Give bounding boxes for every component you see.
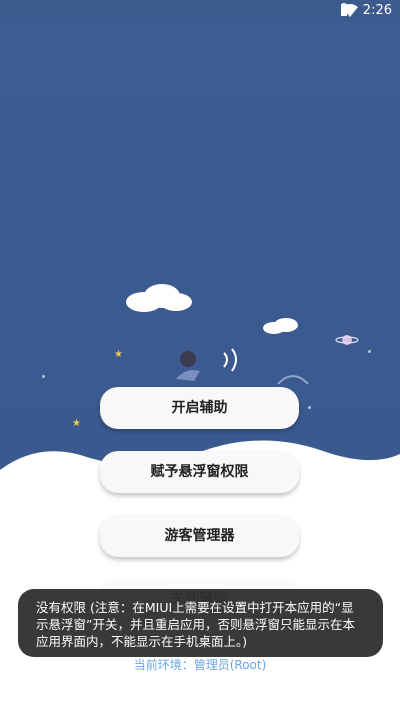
- signal-waves-icon: [223, 348, 237, 372]
- guest-manager-button[interactable]: 游客管理器: [100, 515, 299, 557]
- permission-toast: 没有权限 (注意：在MIUI上需要在设置中打开本应用的“显示悬浮窗”开关，并且重…: [18, 589, 383, 657]
- astronaut-icon: [176, 351, 200, 381]
- environment-label: 当前环境：管理员(Root): [133, 658, 267, 672]
- battery-icon: [341, 3, 347, 16]
- sparkle-icon: [308, 406, 311, 409]
- star-icon: ★: [114, 349, 123, 360]
- grant-overlay-permission-button[interactable]: 赋予悬浮窗权限: [100, 451, 299, 493]
- status-bar: 2:26: [0, 0, 400, 22]
- star-icon: ★: [72, 418, 81, 429]
- status-time: 2:26: [362, 3, 392, 18]
- sparkle-icon: [42, 375, 45, 378]
- sparkle-icon: [368, 350, 371, 353]
- moon-arc-icon: [277, 375, 309, 385]
- start-assist-button[interactable]: 开启辅助: [100, 387, 299, 429]
- planet-icon: [335, 335, 359, 345]
- cloud-icon: [263, 318, 298, 334]
- cloud-icon: [126, 284, 192, 312]
